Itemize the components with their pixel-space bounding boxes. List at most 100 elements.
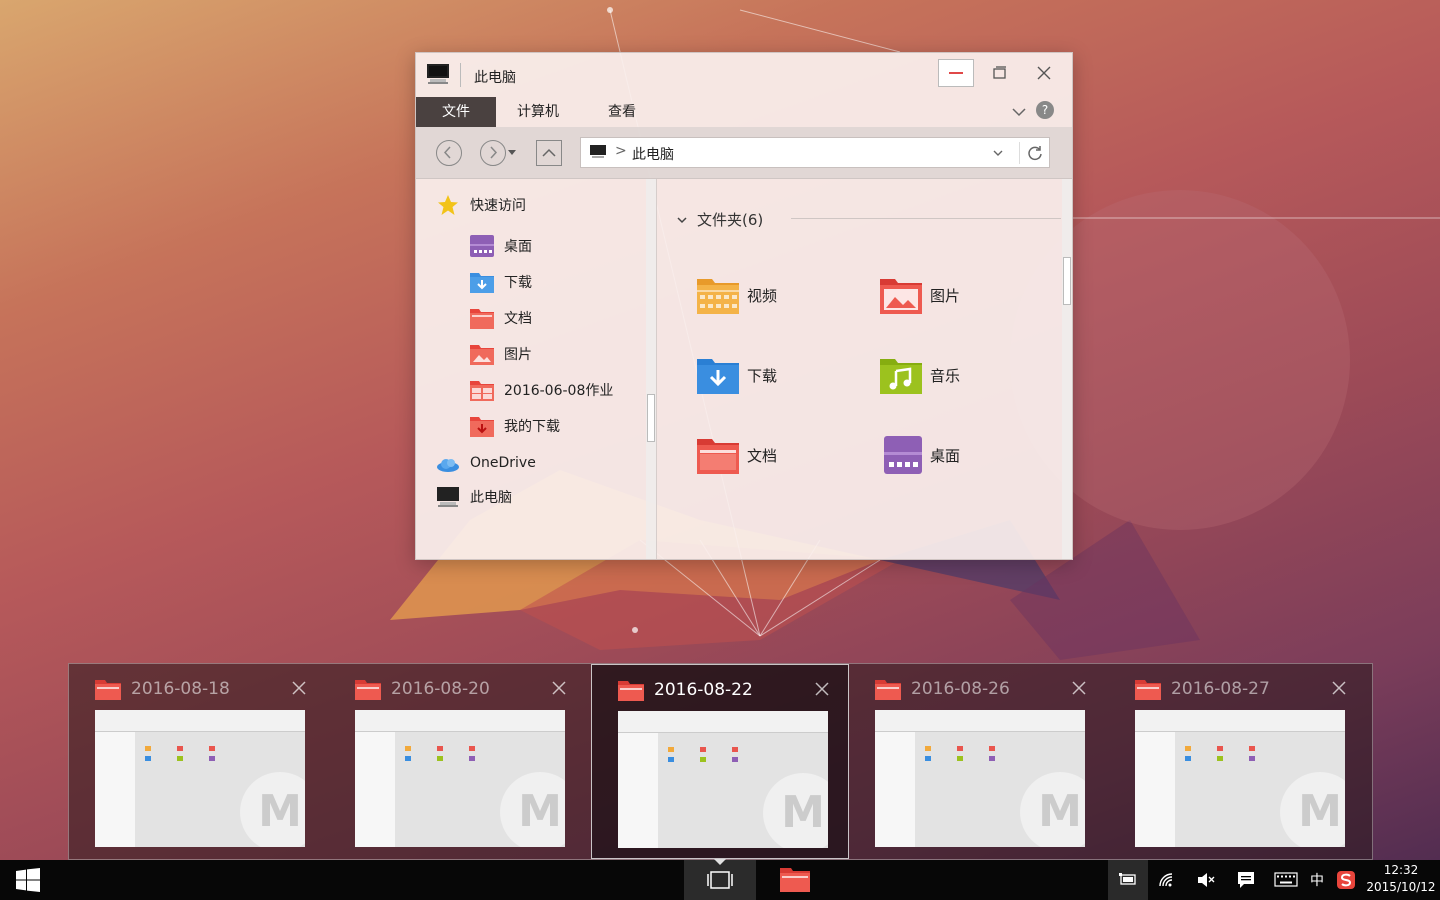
folder-desktop[interactable]: 桌面	[884, 436, 960, 474]
back-button[interactable]	[436, 140, 462, 166]
title-separator	[460, 63, 461, 87]
thumbnail-folder	[957, 756, 963, 761]
help-icon[interactable]: ?	[1036, 101, 1054, 119]
folders-group-header[interactable]: 文件夹(6)	[675, 209, 763, 230]
nav-item-desktop[interactable]: 桌面	[470, 235, 532, 257]
switcher-card[interactable]: 2016-08-20 M	[329, 664, 587, 859]
windows-start-icon[interactable]	[16, 868, 40, 892]
up-button[interactable]	[536, 140, 562, 166]
desktop-folder-icon	[884, 436, 922, 474]
thumbnail-folder	[925, 746, 931, 751]
switcher-card-title: 2016-08-22	[654, 680, 753, 700]
switcher-card[interactable]: 2016-08-18 M	[69, 664, 327, 859]
nav-scrollbar[interactable]	[646, 179, 656, 559]
nav-quick-access[interactable]: 快速访问	[436, 194, 526, 216]
folder-music[interactable]: 音乐	[880, 356, 960, 394]
tab-file[interactable]: 文件	[416, 97, 496, 127]
keyboard-icon[interactable]	[1274, 872, 1298, 887]
minimize-button[interactable]	[938, 59, 974, 87]
close-icon[interactable]	[1071, 680, 1087, 696]
cloud-icon	[437, 459, 459, 472]
history-dropdown-icon[interactable]	[508, 150, 516, 156]
documents-folder-icon	[470, 309, 494, 329]
nav-item-pictures[interactable]: 图片	[470, 343, 532, 365]
pictures-folder-icon	[880, 279, 922, 314]
maximize-button[interactable]	[982, 59, 1018, 87]
window-thumbnail: M	[1135, 710, 1345, 847]
thumbnail-folder	[1185, 746, 1191, 751]
group-divider	[791, 218, 1061, 219]
close-icon[interactable]	[814, 681, 830, 697]
switcher-card[interactable]: 2016-08-27 M	[1109, 664, 1367, 859]
thumbnail-watermark: M	[763, 773, 828, 848]
refresh-icon	[1028, 146, 1042, 161]
thumbnail-folder	[405, 756, 411, 761]
close-icon[interactable]	[291, 680, 307, 696]
content-scrollbar[interactable]	[1062, 179, 1072, 559]
thumbnail-folder	[700, 747, 706, 752]
switcher-card[interactable]: 2016-08-26 M	[849, 664, 1107, 859]
thumbnail-sidebar	[355, 732, 395, 847]
close-button[interactable]	[1026, 59, 1062, 87]
star-icon	[438, 195, 458, 215]
thumbnail-folder	[668, 747, 674, 752]
nav-quick-access-label: 快速访问	[470, 198, 526, 214]
ime-indicator[interactable]: 中	[1310, 870, 1324, 890]
folder-pictures[interactable]: 图片	[880, 276, 960, 314]
thumbnail-folder	[405, 746, 411, 751]
title-bar: 此电脑	[416, 53, 1072, 97]
folder-videos[interactable]: 视频	[697, 276, 777, 314]
address-dropdown-icon[interactable]	[991, 146, 1005, 160]
thumbnail-titlebar	[618, 711, 828, 733]
content-scrollbar-thumb[interactable]	[1063, 257, 1071, 305]
folder-downloads[interactable]: 下载	[697, 356, 777, 394]
nav-item-label: 图片	[504, 347, 532, 363]
thumbnail-folder	[145, 756, 151, 761]
forward-button[interactable]	[480, 140, 506, 166]
battery-tray-button[interactable]	[1108, 860, 1148, 900]
folder-documents[interactable]: 文档	[697, 436, 777, 474]
thumbnail-folder	[668, 757, 674, 762]
window-thumbnail: M	[95, 710, 305, 847]
folder-icon	[470, 381, 494, 401]
thumbnail-folder	[1249, 756, 1255, 761]
nav-item-downloads[interactable]: 下载	[470, 271, 532, 293]
task-view-button[interactable]	[684, 859, 756, 900]
thumbnail-folder	[1249, 746, 1255, 751]
nav-onedrive[interactable]: OneDrive	[436, 452, 536, 474]
nav-this-pc[interactable]: 此电脑	[436, 486, 512, 508]
thumbnail-folder	[989, 746, 995, 751]
refresh-button[interactable]	[1019, 142, 1047, 164]
thumbnail-folder	[469, 756, 475, 761]
thumbnail-folder	[1217, 756, 1223, 761]
wifi-icon[interactable]	[1158, 872, 1178, 888]
nav-item-my-downloads[interactable]: 我的下载	[470, 415, 560, 437]
nav-item-documents[interactable]: 文档	[470, 307, 532, 329]
clock[interactable]: 12:32 2015/10/12	[1362, 862, 1440, 896]
action-center-icon[interactable]	[1237, 871, 1255, 889]
file-explorer-taskbar-icon[interactable]	[778, 866, 812, 894]
tab-computer[interactable]: 计算机	[500, 97, 576, 127]
battery-icon	[1119, 873, 1136, 885]
sogou-input-icon[interactable]	[1336, 870, 1356, 890]
folder-icon	[875, 680, 901, 700]
address-path: 此电脑	[632, 147, 674, 163]
close-icon[interactable]	[551, 680, 567, 696]
volume-muted-icon[interactable]	[1196, 872, 1216, 888]
clock-time: 12:32	[1383, 863, 1419, 877]
address-bar[interactable]: > 此电脑	[580, 137, 1050, 168]
nav-scrollbar-thumb[interactable]	[647, 394, 655, 442]
nav-this-pc-label: 此电脑	[470, 490, 512, 506]
close-icon[interactable]	[1331, 680, 1347, 696]
nav-item-label: 2016-06-08作业	[504, 383, 614, 399]
folder-label: 视频	[747, 286, 778, 305]
switcher-card[interactable]: 2016-08-22 M	[591, 664, 849, 859]
folder-label: 文档	[747, 446, 778, 465]
breadcrumb-separator-icon: >	[615, 143, 627, 159]
explorer-window: 此电脑 文件 计算机 查看 ? > 此电脑 快速访问 桌面 下载 文档 图片 2…	[415, 52, 1073, 560]
tab-view[interactable]: 查看	[592, 97, 652, 127]
ribbon-expand-icon[interactable]	[1010, 103, 1028, 121]
nav-item-homework-folder[interactable]: 2016-06-08作业	[470, 379, 613, 401]
active-indicator	[714, 859, 726, 865]
up-arrow-icon	[542, 148, 556, 157]
